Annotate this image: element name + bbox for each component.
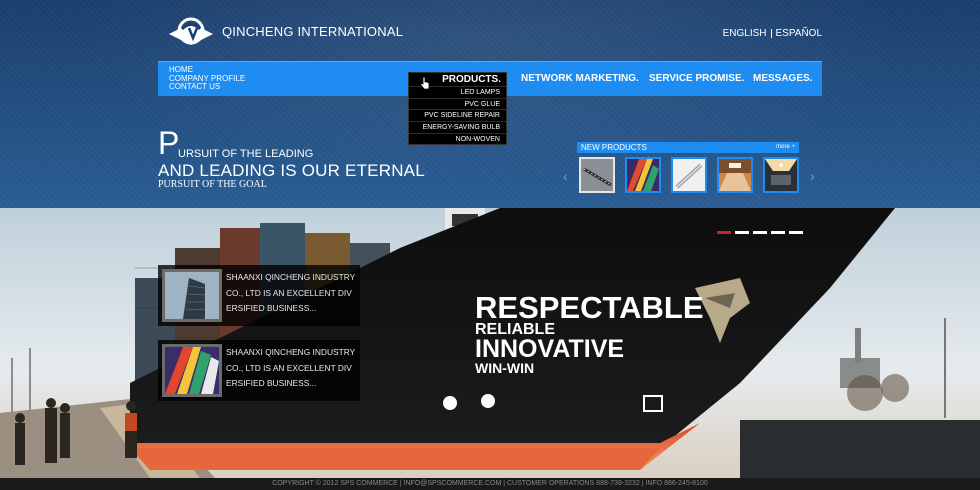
info-card-2-line-2: CO., LTD IS AN EXCELLENT DIV bbox=[226, 362, 352, 373]
info-card-1-line-2: CO., LTD IS AN EXCELLENT DIV bbox=[226, 287, 352, 298]
prev-arrow-icon[interactable]: ‹ bbox=[563, 168, 568, 184]
slogan-initial: P bbox=[158, 125, 180, 161]
tagline-respectable: RESPECTABLE bbox=[475, 290, 704, 325]
new-products-header: NEW PRODUCTS more + bbox=[577, 142, 799, 153]
nav-network-marketing[interactable]: NETWORK MARKETING. bbox=[521, 73, 639, 84]
info-card-1-image bbox=[162, 269, 222, 322]
info-card-1-text: SHAANXI QINCHENG INDUSTRY CO., LTD IS AN… bbox=[226, 270, 358, 317]
logo-mark-icon bbox=[169, 17, 213, 45]
lang-divider bbox=[770, 29, 772, 38]
new-products-title: NEW PRODUCTS bbox=[581, 143, 647, 152]
tagline-innovative: INNOVATIVE bbox=[475, 335, 625, 363]
info-card-1-line-1: SHAANXI QINCHENG INDUSTRY bbox=[226, 272, 356, 282]
info-card-2-text: SHAANXI QINCHENG INDUSTRY CO., LTD IS AN… bbox=[226, 345, 358, 392]
product-thumb-pvc-sheets[interactable] bbox=[625, 157, 661, 193]
dropdown-item-non-woven[interactable]: NON-WOVEN bbox=[409, 132, 506, 145]
slide-dot-4[interactable] bbox=[771, 231, 785, 234]
slogan-line-2: AND LEADING IS OUR ETERNAL bbox=[158, 161, 425, 180]
slogan-line-1: URSUIT OF THE LEADING bbox=[178, 148, 314, 160]
dropdown-item-energy-saving-bulb[interactable]: ENERGY-SAVING BULB bbox=[409, 121, 506, 133]
info-card-1[interactable]: SHAANXI QINCHENG INDUSTRY CO., LTD IS AN… bbox=[158, 265, 360, 326]
info-card-2-image bbox=[162, 344, 222, 397]
slogan-line-3: PURSUIT OF THE GOAL bbox=[158, 179, 267, 190]
nav-left-links: HOME COMPANY PROFILE CONTACT US bbox=[169, 65, 245, 92]
hand-cursor-icon bbox=[420, 76, 430, 90]
nav-contact-link[interactable]: CONTACT US bbox=[169, 82, 245, 92]
slide-dot-3[interactable] bbox=[753, 231, 767, 234]
nav-messages[interactable]: MESSAGES. bbox=[753, 73, 812, 84]
info-card-2-line-1: SHAANXI QINCHENG INDUSTRY bbox=[226, 347, 356, 357]
info-card-2-line-3: ERSIFIED BUSINESS... bbox=[226, 378, 317, 388]
dropdown-item-pvc-sideline-repair[interactable]: PVC SIDELINE REPAIR bbox=[409, 109, 506, 121]
lang-english-link[interactable]: ENGLISH bbox=[723, 28, 767, 39]
logo[interactable]: QINCHENG INTERNATIONAL bbox=[166, 14, 403, 48]
info-card-1-line-3: ERSIFIED BUSINESS... bbox=[226, 303, 317, 313]
product-thumb-repair-strip[interactable] bbox=[671, 157, 707, 193]
hero-tagline: RESPECTABLE RELIABLE INNOVATIVE WIN-WIN bbox=[475, 290, 704, 376]
language-switcher: ENGLISH ESPAÑOL bbox=[723, 28, 822, 39]
footer-text: COPYRIGHT © 2012 SPS COMMERCE | INFO@SPS… bbox=[272, 480, 708, 487]
logo-text: QINCHENG INTERNATIONAL bbox=[222, 23, 404, 39]
dropdown-item-pvc-glue[interactable]: PVC GLUE bbox=[409, 97, 506, 110]
new-products-thumbnails bbox=[579, 157, 801, 197]
footer: COPYRIGHT © 2012 SPS COMMERCE | INFO@SPS… bbox=[0, 478, 980, 490]
slide-indicators bbox=[717, 231, 803, 234]
new-products-panel: NEW PRODUCTS more + bbox=[577, 142, 799, 193]
product-thumb-led-strip[interactable] bbox=[579, 157, 615, 193]
lang-spanish-link[interactable]: ESPAÑOL bbox=[776, 28, 823, 39]
slide-dot-2[interactable] bbox=[735, 231, 749, 234]
info-card-2[interactable]: SHAANXI QINCHENG INDUSTRY CO., LTD IS AN… bbox=[158, 340, 360, 401]
slide-dot-1[interactable] bbox=[717, 231, 731, 234]
product-thumb-room[interactable] bbox=[717, 157, 753, 193]
slide-dot-5[interactable] bbox=[789, 231, 803, 234]
tagline-win-win: WIN-WIN bbox=[475, 360, 535, 376]
product-thumb-interior[interactable] bbox=[763, 157, 799, 193]
nav-service-promise[interactable]: SERVICE PROMISE. bbox=[649, 73, 744, 84]
next-arrow-icon[interactable]: › bbox=[810, 168, 815, 184]
new-products-more-link[interactable]: more + bbox=[776, 142, 795, 153]
